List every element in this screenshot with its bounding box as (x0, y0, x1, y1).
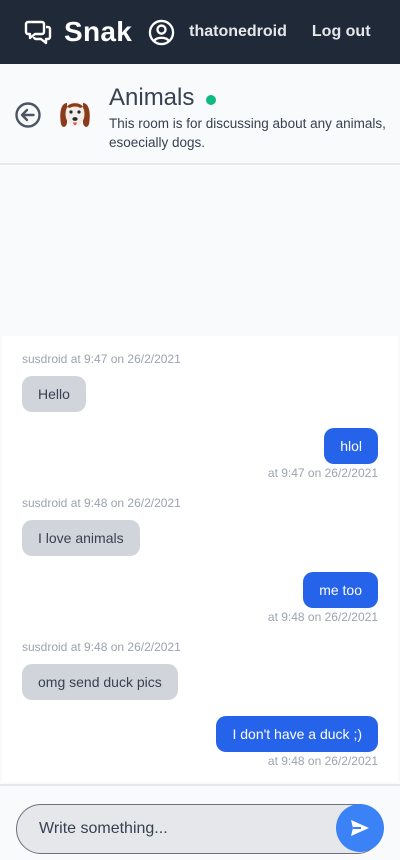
message-meta: at 9:47 on 26/2/2021 (267, 466, 378, 480)
room-title-row: Animals (109, 84, 217, 112)
dog-icon (60, 102, 90, 127)
brand-name: Snak (64, 16, 133, 47)
message-bubble-outgoing: me too (303, 572, 378, 608)
brand[interactable]: Snak (24, 16, 132, 48)
message-meta: at 9:48 on 26/2/2021 (267, 754, 378, 768)
message-bubble-incoming: I love animals (22, 520, 140, 556)
navbar: Snak thatonedroid Log out (0, 0, 400, 64)
message-meta: at 9:48 on 26/2/2021 (267, 610, 378, 624)
room-description: This room is for discussing about any an… (109, 116, 386, 150)
arrow-left-circle-icon[interactable] (14, 101, 42, 129)
chat-app: Snak thatonedroid Log out Animals This r… (0, 0, 400, 860)
send-button[interactable] (336, 804, 384, 852)
message-bubble-incoming: omg send duck pics (22, 664, 178, 700)
message-composer (0, 784, 400, 860)
online-status-dot (206, 94, 217, 105)
message-input[interactable] (16, 804, 382, 854)
message-bubble-incoming: Hello (22, 376, 86, 412)
message-bubble-outgoing: hlol (324, 428, 378, 464)
message-meta: susdroid at 9:48 on 26/2/2021 (22, 496, 181, 510)
chat-bubbles-icon (24, 20, 52, 45)
message-list[interactable]: susdroid at 9:47 on 26/2/2021 Hello hlol… (2, 336, 398, 782)
chat-area[interactable]: susdroid at 9:47 on 26/2/2021 Hello hlol… (0, 166, 400, 784)
message-meta: susdroid at 9:48 on 26/2/2021 (22, 640, 181, 654)
username-link[interactable]: thatonedroid (189, 23, 287, 41)
logout-button[interactable]: Log out (312, 23, 371, 41)
room-header: Animals This room is for discussing abou… (0, 64, 400, 165)
send-icon (351, 820, 369, 836)
message-bubble-outgoing: I don't have a duck ;) (216, 716, 378, 752)
message-meta: susdroid at 9:47 on 26/2/2021 (22, 352, 181, 366)
user-circle-icon[interactable] (148, 19, 175, 46)
room-title: Animals (109, 84, 195, 111)
